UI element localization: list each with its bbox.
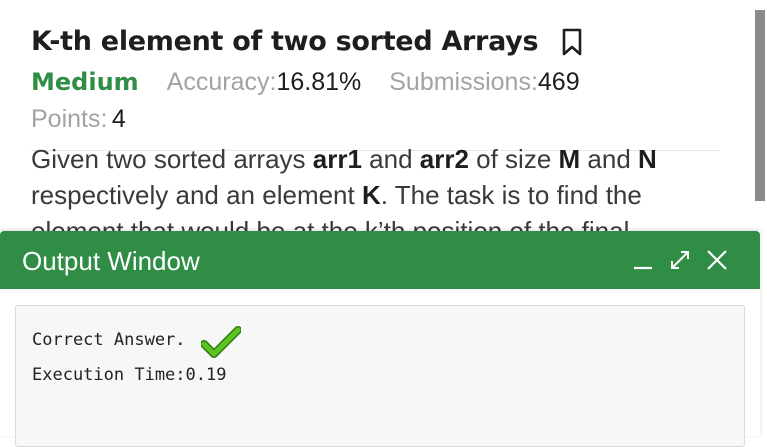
desc-text: of size — [468, 144, 559, 174]
points-row: Points: 4 — [31, 105, 154, 134]
desc-text: and — [580, 144, 639, 174]
close-icon[interactable] — [705, 248, 729, 272]
desc-text: and — [361, 144, 420, 174]
bookmark-icon[interactable] — [560, 28, 584, 56]
accuracy-label: Accuracy: — [166, 68, 277, 96]
output-window-header: Output Window — [0, 231, 760, 289]
problem-title: K-th element of two sorted Arrays — [31, 26, 539, 57]
submissions-value: 469 — [537, 68, 580, 96]
desc-text: respectively and an element — [31, 180, 362, 210]
check-icon — [200, 326, 242, 360]
difficulty-badge: Medium — [31, 68, 139, 96]
result-text: Correct Answer. — [32, 330, 186, 350]
output-window-title: Output Window — [22, 246, 200, 276]
submissions-label: Submissions: — [389, 68, 538, 96]
problem-header: K-th element of two sorted Arrays — [31, 26, 584, 57]
desc-arr1: arr1 — [312, 144, 362, 174]
desc-m: M — [558, 144, 581, 174]
minimize-icon[interactable] — [631, 248, 655, 272]
desc-text: Given two sorted arrays — [31, 144, 313, 174]
execution-time: Execution Time:0.19 — [32, 365, 227, 385]
problem-meta: Medium Accuracy: 16.81% Submissions: 469 — [31, 68, 608, 97]
desc-k: K — [361, 180, 381, 210]
output-console: Correct Answer. Execution Time:0.19 — [15, 305, 745, 447]
points-label: Points: — [31, 105, 108, 133]
points-value: 4 — [111, 105, 126, 133]
desc-arr2: arr2 — [419, 144, 469, 174]
scrollbar-thumb[interactable] — [755, 10, 765, 201]
desc-n: N — [638, 144, 657, 174]
accuracy-value: 16.81% — [276, 68, 362, 96]
output-window: Output Window Correct Answer. Execution … — [0, 231, 760, 447]
expand-icon[interactable] — [668, 248, 692, 272]
